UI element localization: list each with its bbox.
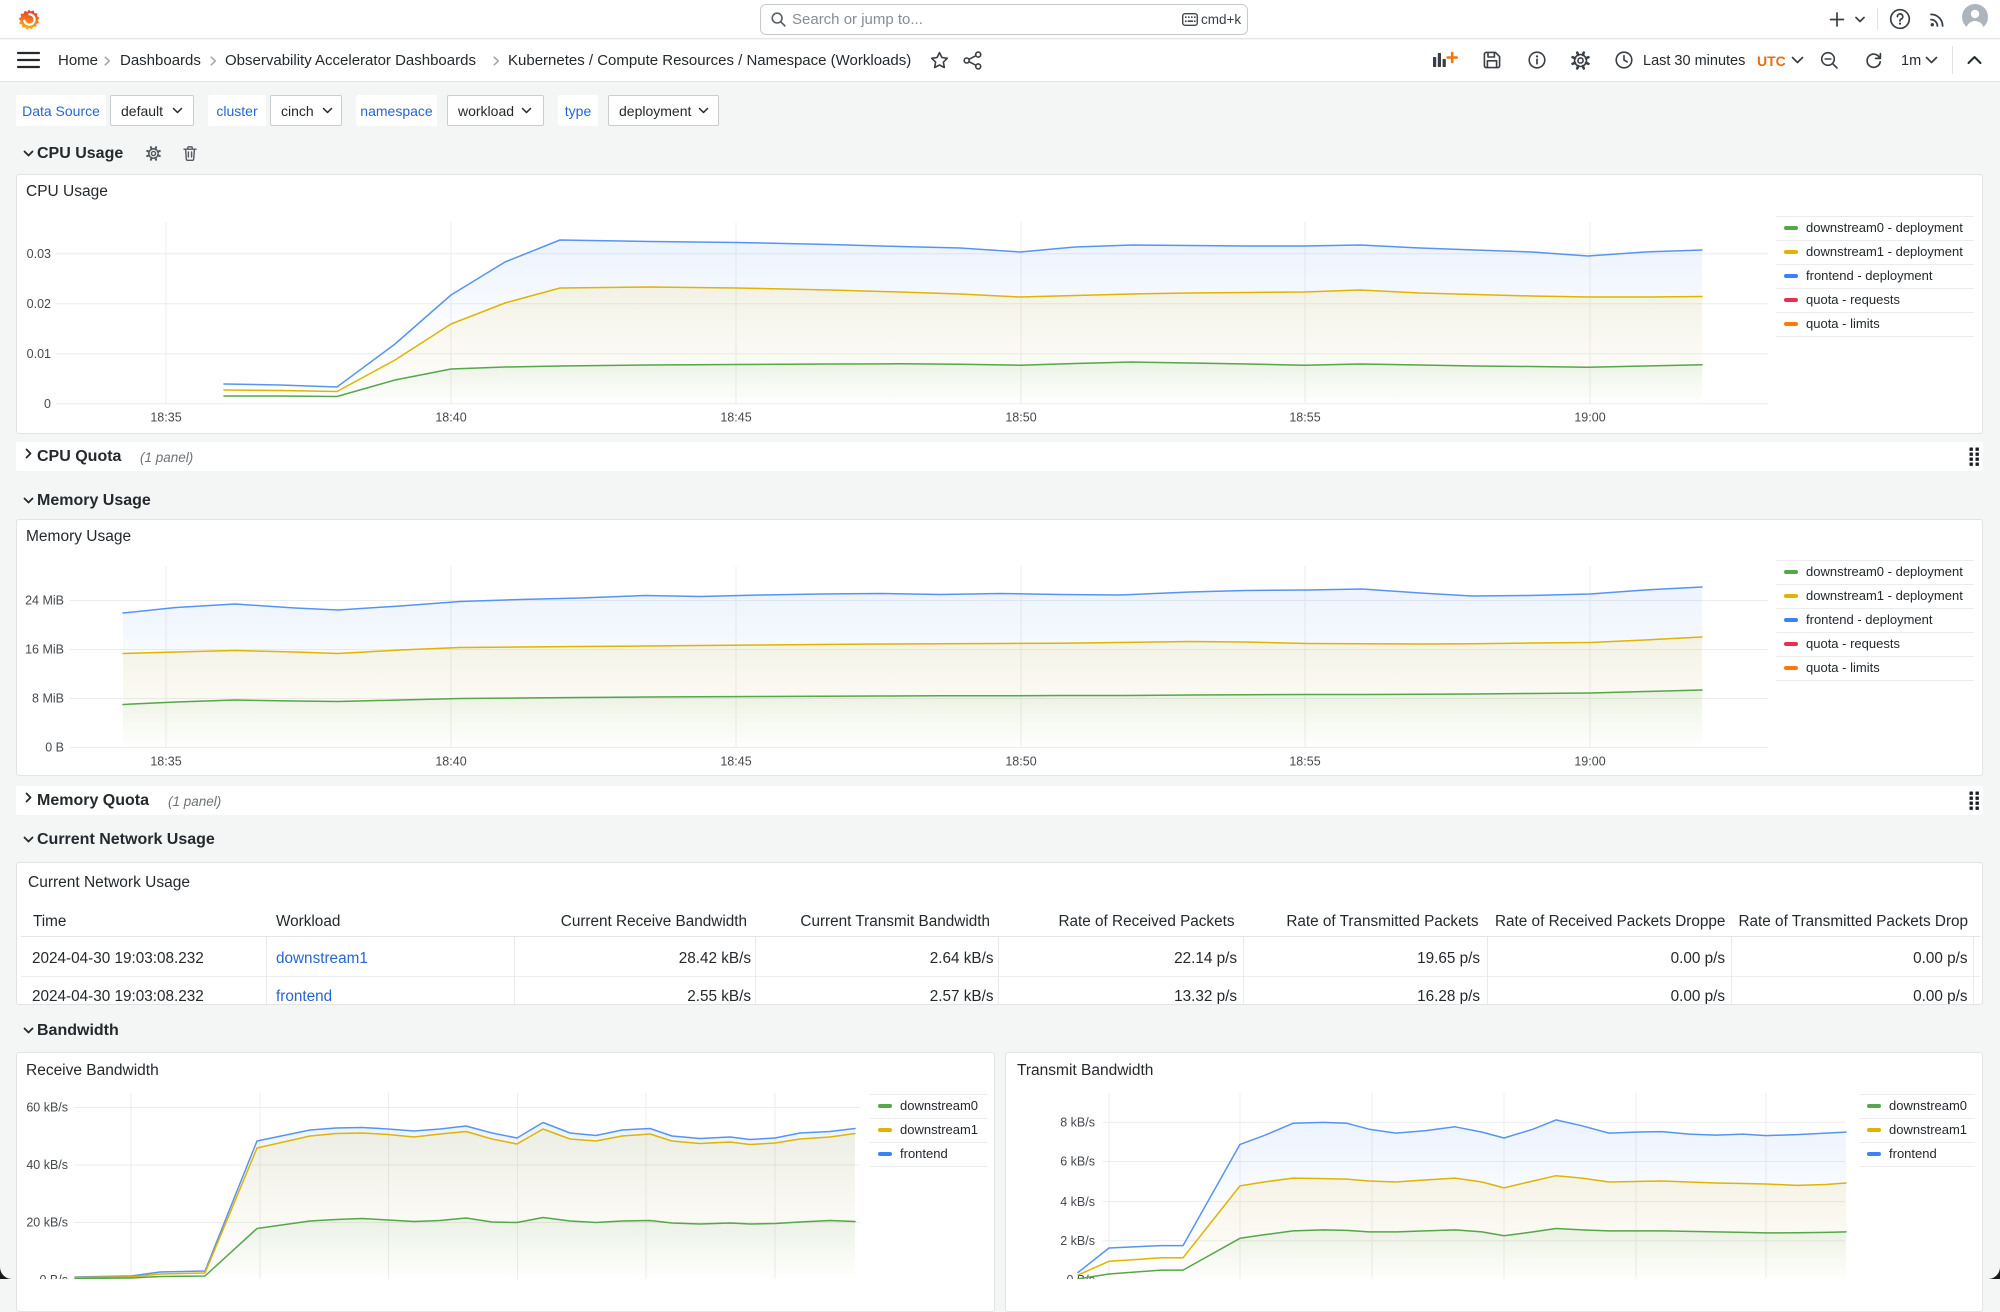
svg-text:8 MiB: 8 MiB: [32, 692, 64, 706]
svg-text:40 kB/s: 40 kB/s: [26, 1158, 68, 1172]
svg-text:16 MiB: 16 MiB: [25, 643, 64, 657]
svg-text:18:50: 18:50: [1005, 411, 1036, 425]
svg-text:0: 0: [44, 397, 51, 411]
svg-text:18:55: 18:55: [1289, 755, 1320, 769]
svg-text:4 kB/s: 4 kB/s: [1060, 1195, 1095, 1209]
svg-text:20 kB/s: 20 kB/s: [26, 1216, 68, 1230]
svg-text:18:45: 18:45: [720, 755, 751, 769]
svg-text:18:40: 18:40: [435, 755, 466, 769]
svg-text:2 kB/s: 2 kB/s: [1060, 1234, 1095, 1248]
svg-text:0 B: 0 B: [45, 741, 64, 755]
svg-text:18:55: 18:55: [1289, 411, 1320, 425]
svg-text:19:00: 19:00: [1574, 755, 1605, 769]
svg-text:0.02: 0.02: [27, 297, 51, 311]
svg-text:18:35: 18:35: [150, 755, 181, 769]
svg-text:0.03: 0.03: [27, 247, 51, 261]
svg-text:8 kB/s: 8 kB/s: [1060, 1116, 1095, 1130]
svg-text:6 kB/s: 6 kB/s: [1060, 1155, 1095, 1169]
svg-text:18:50: 18:50: [1005, 755, 1036, 769]
svg-text:18:40: 18:40: [435, 411, 466, 425]
svg-text:60 kB/s: 60 kB/s: [26, 1101, 68, 1115]
svg-text:0.01: 0.01: [27, 347, 51, 361]
svg-text:19:00: 19:00: [1574, 411, 1605, 425]
svg-text:0 B/s: 0 B/s: [40, 1273, 69, 1279]
svg-text:18:35: 18:35: [150, 411, 181, 425]
svg-text:18:45: 18:45: [720, 411, 751, 425]
svg-text:24 MiB: 24 MiB: [25, 594, 64, 608]
